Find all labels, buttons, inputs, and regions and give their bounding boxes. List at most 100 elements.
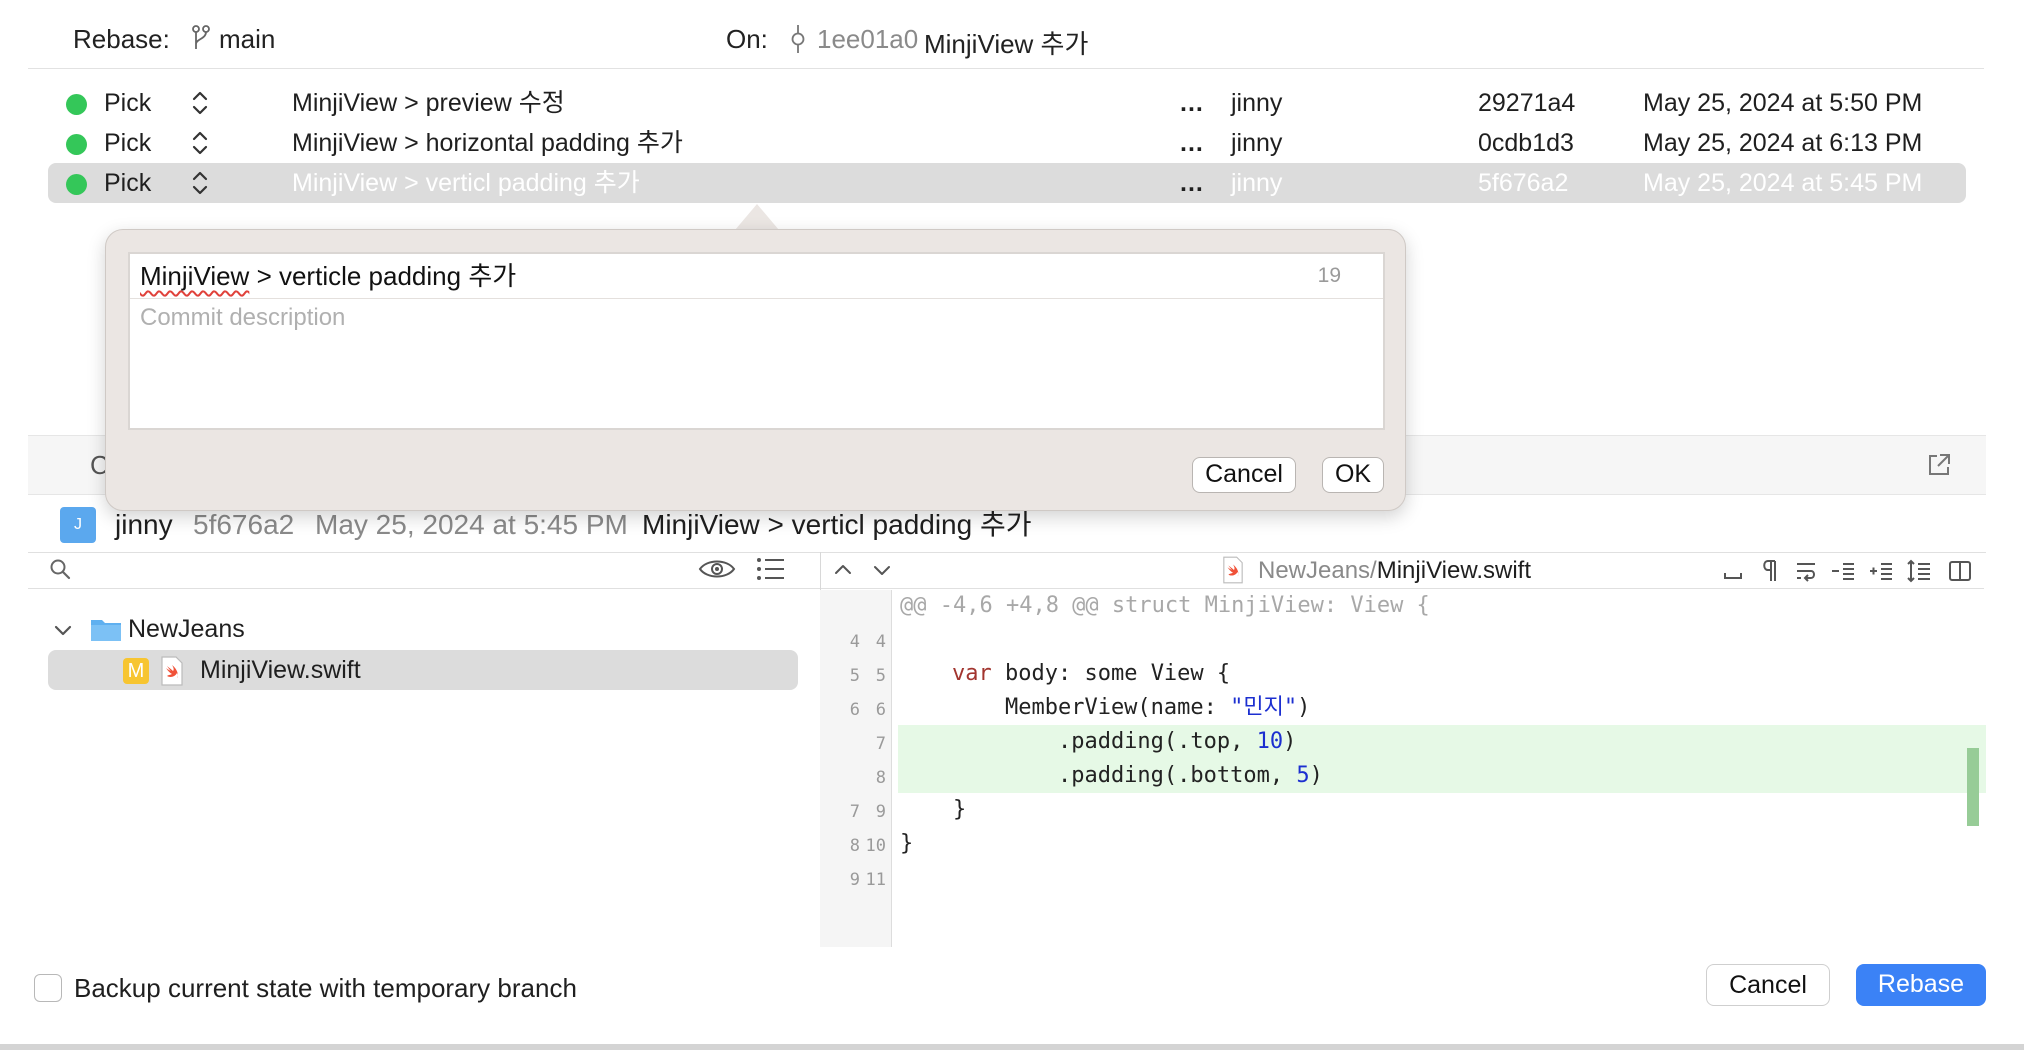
rebase-label: Rebase: (73, 24, 170, 54)
popover-ok-button[interactable]: OK (1322, 457, 1384, 493)
more-button[interactable]: ... (1180, 123, 1204, 163)
code-post: ) (1309, 763, 1323, 788)
branch-name: main (219, 24, 276, 54)
commit-date: May 25, 2024 at 5:50 PM (1643, 89, 1923, 117)
commit-author: jinny (1231, 129, 1283, 157)
whitespace-icon[interactable] (1722, 558, 1744, 584)
title-rest: > verticle padding 추가 (249, 261, 517, 291)
header-divider (28, 68, 1984, 69)
pilcrow-icon[interactable] (1760, 558, 1778, 584)
pick-status-dot (66, 94, 87, 115)
hunk-header: @@ -4,6 +4,8 @@ struct MinjiView: View { (900, 593, 1430, 618)
window-bottom-edge (0, 1044, 2024, 1050)
new-line-number: 7 (875, 734, 886, 754)
on-commit-message: MinjiView 추가 (924, 29, 1089, 59)
code-rest: body: some View { (991, 661, 1231, 686)
message-editor[interactable]: MinjiView > verticle padding 추가 19 Commi… (128, 252, 1385, 430)
diff-path-dir: NewJeans/ (1258, 557, 1377, 584)
pick-status-dot (66, 174, 87, 195)
commit-author: jinny (1231, 169, 1283, 197)
info-hash: 5f676a2 (193, 509, 295, 540)
code-text: .padding(.top, 10) (952, 725, 1296, 759)
new-line-number: 8 (875, 768, 886, 788)
avatar: J (60, 507, 96, 543)
eye-icon[interactable] (698, 555, 736, 583)
folder-name: NewJeans (128, 615, 245, 643)
info-date: May 25, 2024 at 5:45 PM (315, 509, 628, 540)
chevron-down-icon[interactable] (52, 620, 74, 642)
code-pre: .padding(.top, (952, 729, 1257, 754)
diff-toolbar (1722, 558, 1978, 584)
commit-message: MinjiView > horizontal padding 추가 (292, 129, 683, 157)
split-view-icon[interactable] (1948, 558, 1972, 584)
code-number: 5 (1296, 763, 1310, 788)
more-button[interactable]: ... (1180, 163, 1204, 203)
code-text: MemberView(name: "민지") (952, 691, 1310, 725)
code-string: "민지" (1230, 695, 1298, 720)
chevron-down-icon[interactable] (871, 559, 893, 581)
open-external-icon[interactable] (1925, 451, 1953, 479)
list-icon[interactable] (756, 556, 786, 582)
file-name: MinjiView.swift (200, 656, 361, 684)
commit-author: jinny (1231, 89, 1283, 117)
commit-row-selected[interactable]: Pick MinjiView > verticl padding 추가 ... … (48, 163, 1966, 203)
description-field[interactable]: Commit description (140, 304, 345, 332)
swift-file-icon (160, 656, 184, 686)
commit-row[interactable]: Pick MinjiView > preview 수정 ... jinny 29… (48, 83, 1966, 123)
rebase-button[interactable]: Rebase (1856, 964, 1986, 1006)
code-pre: .padding(.bottom, (952, 763, 1297, 788)
decrease-context-icon[interactable] (1830, 558, 1856, 584)
action-label: Pick (104, 89, 152, 117)
backup-checkbox[interactable] (34, 974, 62, 1002)
diff-file-path: NewJeans/MinjiView.swift (1258, 556, 1531, 586)
info-author: jinny (115, 509, 173, 540)
action-stepper-icon[interactable] (190, 129, 210, 157)
misspelled-word: MinjiView (140, 261, 250, 291)
editor-divider (130, 298, 1383, 299)
message-title-field[interactable]: MinjiView > verticle padding 추가 (140, 254, 516, 298)
commit-hash: 0cdb1d3 (1478, 129, 1574, 157)
commit-hash: 29271a4 (1478, 89, 1576, 117)
popover-arrow (735, 204, 779, 230)
character-count: 19 (1317, 264, 1341, 287)
new-line-number: 9 (875, 802, 886, 822)
code-text: } (900, 797, 967, 822)
new-line-number: 4 (875, 632, 886, 652)
swift-file-icon (1222, 556, 1244, 584)
code-number: 10 (1256, 729, 1284, 754)
info-message: MinjiView > verticl padding 추가 (642, 509, 1032, 540)
code-post: ) (1297, 695, 1311, 720)
commit-date: May 25, 2024 at 6:13 PM (1643, 129, 1923, 157)
branch-icon (191, 25, 211, 53)
diff-path-file: MinjiView.swift (1376, 557, 1531, 584)
code-pre: MemberView(name: (952, 695, 1231, 720)
on-label: On: (726, 24, 768, 54)
action-stepper-icon[interactable] (190, 89, 210, 117)
on-commit-hash: 1ee01a0 (817, 24, 919, 54)
chevron-up-icon[interactable] (832, 559, 854, 581)
cancel-button[interactable]: Cancel (1706, 964, 1830, 1006)
popover-cancel-button[interactable]: Cancel (1192, 457, 1296, 493)
commit-hash: 5f676a2 (1478, 169, 1569, 197)
line-spacing-icon[interactable] (1906, 558, 1932, 584)
commit-icon (790, 25, 806, 53)
commit-message: MinjiView > verticl padding 추가 (292, 169, 640, 197)
commit-date: May 25, 2024 at 5:45 PM (1643, 169, 1923, 197)
action-label: Pick (104, 129, 152, 157)
new-line-number: 11 (865, 870, 886, 890)
code-keyword: var (952, 661, 992, 686)
edit-message-popover: MinjiView > verticle padding 추가 19 Commi… (105, 229, 1406, 511)
modified-badge: M (123, 658, 149, 684)
filter-search-icon[interactable] (48, 557, 72, 581)
commit-row[interactable]: Pick MinjiView > horizontal padding 추가 .… (48, 123, 1966, 163)
pick-status-dot (66, 134, 87, 155)
action-stepper-icon[interactable] (190, 169, 210, 197)
commit-message: MinjiView > preview 수정 (292, 89, 565, 117)
action-label: Pick (104, 169, 152, 197)
change-marker (1967, 748, 1979, 826)
code-text: } (900, 831, 914, 856)
wrap-lines-icon[interactable] (1794, 558, 1818, 584)
increase-context-icon[interactable] (1868, 558, 1894, 584)
new-line-number: 5 (875, 666, 886, 686)
more-button[interactable]: ... (1180, 83, 1204, 123)
